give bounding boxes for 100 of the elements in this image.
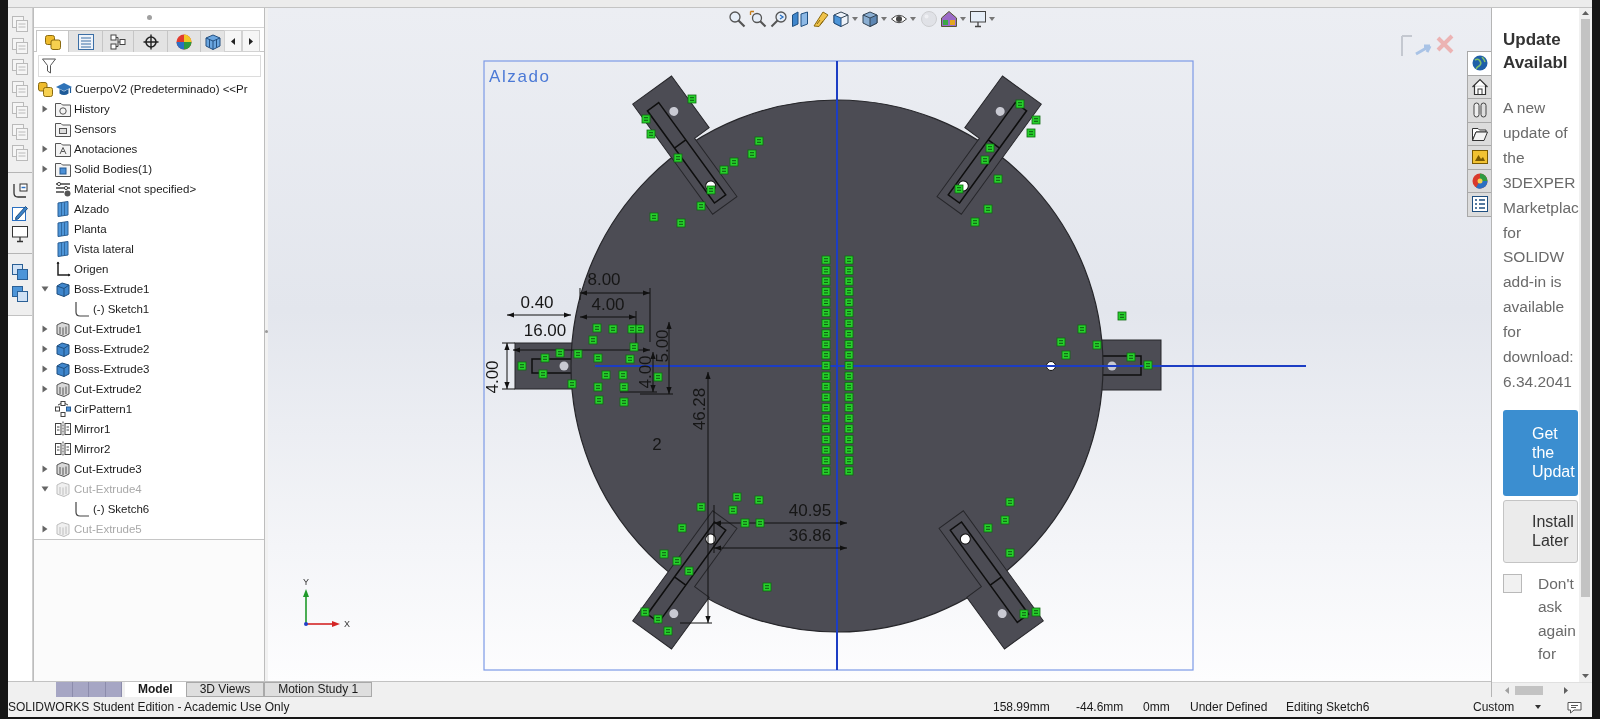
tree-item[interactable]: Mirror2 <box>74 442 111 456</box>
tree-item[interactable]: CuerpoV2 (Predeterminado) <<Pr <box>75 82 248 96</box>
relation-marker-icon <box>696 502 706 512</box>
relation-marker-icon <box>844 361 854 370</box>
chat-bubble-icon[interactable] <box>1567 700 1582 714</box>
caret-right-icon[interactable] <box>42 325 48 333</box>
filter-icon[interactable] <box>42 58 56 74</box>
view-label: Alzado <box>489 67 551 86</box>
relation-marker-icon <box>844 308 854 318</box>
tree-item[interactable]: Boss-Extrude3 <box>74 362 150 376</box>
caret-right-icon[interactable] <box>42 165 48 173</box>
scroll-right-button[interactable] <box>242 30 260 52</box>
relation-marker-icon <box>706 185 716 195</box>
relation-marker-icon <box>629 342 639 352</box>
panel-tab[interactable] <box>133 30 168 52</box>
tree-item[interactable]: Boss-Extrude1 <box>74 282 150 296</box>
task-pane-tab[interactable] <box>1467 192 1491 217</box>
flyout-button[interactable] <box>831 9 860 29</box>
relation-marker-icon <box>672 556 682 566</box>
tree-item[interactable]: (-) Sketch1 <box>93 302 150 316</box>
tree-item[interactable]: Mirror1 <box>74 422 111 436</box>
relation-marker-icon <box>593 382 603 392</box>
horizontal-scrollbar[interactable] <box>1492 682 1592 697</box>
sketch-tool-icon[interactable] <box>12 183 28 199</box>
tree-item[interactable]: History <box>74 102 110 116</box>
task-pane-tab[interactable] <box>1467 51 1491 76</box>
task-pane-tab[interactable] <box>1467 98 1491 123</box>
scrollbar-thumb[interactable] <box>1581 19 1590 597</box>
checkbox[interactable] <box>1503 573 1522 593</box>
grip-dot-icon[interactable] <box>146 15 152 20</box>
tree-item[interactable]: Cut-Extrude1 <box>74 322 142 336</box>
copy-icon[interactable] <box>12 264 28 280</box>
relation-marker-icon <box>821 382 831 391</box>
caret-down-icon <box>852 17 858 21</box>
relation-marker-icon <box>608 324 618 334</box>
flyout-button[interactable] <box>939 9 968 29</box>
tree-item[interactable]: Origen <box>74 262 109 276</box>
dimension-value: 46.28 <box>689 387 709 431</box>
relation-marker-icon <box>821 329 831 339</box>
document-tab[interactable]: 3D Views <box>185 682 265 697</box>
grip-dot-icon[interactable] <box>265 330 268 333</box>
install-later-button[interactable]: Install Later <box>1503 499 1578 563</box>
relation-marker-icon <box>1092 340 1102 350</box>
tree-item[interactable]: Anotaciones <box>74 142 138 156</box>
relation-marker-icon <box>821 266 831 275</box>
relation-marker-icon <box>619 382 629 392</box>
caret-right-icon[interactable] <box>42 385 48 393</box>
panel-tab[interactable] <box>200 30 225 52</box>
flyout-button[interactable] <box>968 9 997 29</box>
relation-marker-icon <box>821 350 831 360</box>
tree-item[interactable]: (-) Sketch6 <box>93 502 150 516</box>
filter-field[interactable] <box>38 55 261 77</box>
vertical-scrollbar[interactable] <box>1579 8 1592 682</box>
copy-icon[interactable] <box>12 285 28 302</box>
caret-right-icon[interactable] <box>42 365 48 373</box>
relation-marker-icon <box>821 255 831 265</box>
tree-item[interactable]: Cut-Extrude3 <box>74 462 142 476</box>
tree-item[interactable]: CirPattern1 <box>74 402 133 416</box>
list-icon <box>1471 196 1488 213</box>
plane-icon <box>55 241 71 257</box>
home-icon <box>1471 78 1488 95</box>
monitor-icon[interactable] <box>12 226 28 242</box>
flyout-button[interactable] <box>860 9 889 29</box>
relation-marker-icon <box>844 392 854 402</box>
caret-right-icon[interactable] <box>42 465 48 473</box>
relation-marker-icon <box>540 353 550 363</box>
caret-down-icon[interactable] <box>41 486 49 492</box>
scroll-left-button[interactable] <box>224 30 242 52</box>
picture-icon <box>1471 149 1488 166</box>
relation-marker-icon <box>821 413 831 423</box>
caret-right-icon[interactable] <box>42 105 48 113</box>
units-dropdown[interactable]: Custom <box>1473 698 1567 716</box>
get-update-button[interactable]: Get the Updat <box>1503 409 1578 496</box>
panel-tab[interactable] <box>102 30 134 52</box>
dimension-value: 36.86 <box>788 525 832 545</box>
tree-item[interactable]: Material <not specified> <box>74 182 197 196</box>
tree-item[interactable]: Vista lateral <box>74 242 134 256</box>
relation-marker-icon <box>844 340 854 349</box>
caret-right-icon[interactable] <box>42 145 48 153</box>
caret-right-icon[interactable] <box>42 345 48 353</box>
pencil-square-icon[interactable] <box>12 204 28 221</box>
dimension-value: 8.00 <box>587 269 621 289</box>
down-arrow-icon <box>1582 674 1589 678</box>
document-tab[interactable]: Motion Study 1 <box>264 682 373 697</box>
relation-marker-icon <box>821 340 831 349</box>
axis-label: Y <box>303 577 309 587</box>
caret-down-icon[interactable] <box>41 286 49 292</box>
document-tab[interactable]: Model <box>125 682 186 697</box>
tree-item[interactable]: Solid Bodies(1) <box>74 162 152 176</box>
tree-item[interactable]: Cut-Extrude2 <box>74 382 142 396</box>
relation-marker-icon <box>844 434 854 444</box>
tree-item[interactable]: Alzado <box>74 202 110 216</box>
tree-item[interactable]: Sensors <box>74 122 117 136</box>
origin-dot-icon <box>304 622 308 626</box>
tree-item[interactable]: Planta <box>74 222 107 236</box>
relation-marker-icon <box>619 397 629 407</box>
scrollbar-thumb[interactable] <box>1515 685 1543 695</box>
relation-marker-icon <box>844 456 854 465</box>
tree-item[interactable]: Boss-Extrude2 <box>74 342 150 356</box>
caret-right-icon[interactable] <box>42 525 48 533</box>
